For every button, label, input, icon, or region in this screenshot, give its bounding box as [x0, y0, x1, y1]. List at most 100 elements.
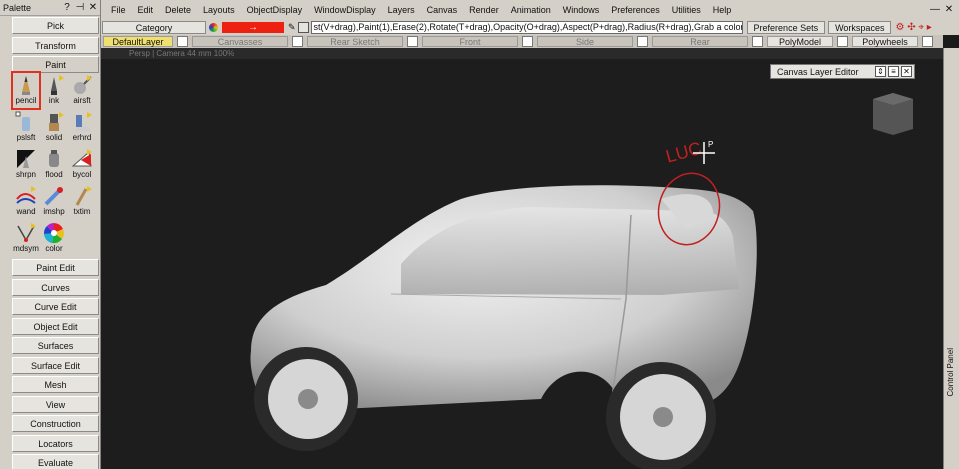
- layer-rear-sketch[interactable]: Rear Sketch: [307, 36, 403, 47]
- current-color-swatch[interactable]: →: [222, 22, 284, 33]
- palette-panel: Palette ? ⊣ ✕ Pick Transform Paint penci…: [0, 0, 101, 469]
- mirror-symmetry-icon: [15, 222, 37, 244]
- menu-animation[interactable]: Animation: [505, 5, 557, 15]
- eyedropper-icon[interactable]: ✎: [288, 22, 296, 33]
- tool-label: wand: [16, 207, 36, 216]
- layer-front[interactable]: Front: [422, 36, 518, 47]
- menu-icon[interactable]: ≡: [888, 66, 899, 77]
- menu-windows[interactable]: Windows: [557, 5, 606, 15]
- layer-visibility-checkbox[interactable]: [637, 36, 648, 47]
- tool-shrpn[interactable]: shrpn: [12, 146, 40, 183]
- tool-erhrd[interactable]: erhrd: [68, 109, 96, 146]
- menu-delete[interactable]: Delete: [159, 5, 197, 15]
- airbrush-icon: [71, 74, 93, 96]
- tool-label: shrpn: [15, 170, 36, 179]
- menu-canvas[interactable]: Canvas: [421, 5, 464, 15]
- layer-polymodel[interactable]: PolyModel: [767, 36, 833, 47]
- palette-button-construction[interactable]: Construction: [12, 415, 99, 432]
- pin-icon[interactable]: ⊣: [74, 2, 86, 14]
- tool-label: flood: [45, 170, 63, 179]
- tool-airsft[interactable]: airsft: [68, 72, 96, 109]
- menu-layers[interactable]: Layers: [382, 5, 421, 15]
- tool-imshp[interactable]: imshp: [40, 183, 68, 220]
- layer-bar: DefaultLayer Canvasses Rear Sketch Front…: [101, 35, 943, 48]
- palette-button-locators[interactable]: Locators: [12, 435, 99, 452]
- menu-preferences[interactable]: Preferences: [605, 5, 666, 15]
- close-icon[interactable]: ✕: [87, 2, 99, 14]
- palette-button-surface-edit[interactable]: Surface Edit: [12, 357, 99, 374]
- control-panel-label: Control Panel: [946, 348, 955, 397]
- tool-label: mdsym: [13, 244, 39, 253]
- menu-utilities[interactable]: Utilities: [666, 5, 707, 15]
- close-icon[interactable]: ✕: [943, 3, 955, 15]
- category-button[interactable]: Category: [102, 21, 206, 34]
- shelf-icons[interactable]: ⚙ ✣ ⌖ ▸: [895, 22, 931, 33]
- car-model-render: LUC P: [250, 93, 913, 469]
- viewport-3d[interactable]: LUC P: [101, 59, 943, 469]
- palette-button-curves[interactable]: Curves: [12, 279, 99, 296]
- layer-polywheels[interactable]: Polywheels: [852, 36, 918, 47]
- menu-objectdisplay[interactable]: ObjectDisplay: [241, 5, 309, 15]
- color-chip-icon[interactable]: [209, 23, 218, 32]
- tool-flood[interactable]: flood: [40, 146, 68, 183]
- minimize-icon[interactable]: —: [929, 3, 941, 15]
- menu-file[interactable]: File: [105, 5, 132, 15]
- layer-visibility-checkbox[interactable]: [922, 36, 933, 47]
- palette-button-pick[interactable]: Pick: [12, 17, 99, 34]
- palette-button-mesh[interactable]: Mesh: [12, 376, 99, 393]
- layer-list-icon[interactable]: [297, 22, 309, 33]
- tool-solid[interactable]: solid: [40, 109, 68, 146]
- control-panel-strip[interactable]: Control Panel: [943, 48, 959, 469]
- palette-button-transform[interactable]: Transform: [12, 37, 99, 54]
- layer-visibility-checkbox[interactable]: [522, 36, 533, 47]
- tool-label: pencil: [15, 96, 37, 105]
- tool-txtim[interactable]: txtim: [68, 183, 96, 220]
- palette-button-paint-edit[interactable]: Paint Edit: [12, 259, 99, 276]
- palette-button-view[interactable]: View: [12, 396, 99, 413]
- tool-bycol[interactable]: bycol: [68, 146, 96, 183]
- menu-help[interactable]: Help: [707, 5, 738, 15]
- close-icon[interactable]: ✕: [901, 66, 912, 77]
- tool-pencil[interactable]: pencil: [11, 71, 41, 110]
- viewport-header: Persp | Camera 44 mm 100%: [101, 48, 943, 59]
- cursor-label: P: [708, 140, 713, 149]
- wand-icon: [15, 185, 37, 207]
- palette-button-paint[interactable]: Paint: [12, 56, 99, 73]
- canvas-layer-editor[interactable]: Canvas Layer Editor ⇕ ≡ ✕: [770, 64, 915, 79]
- tool-wand[interactable]: wand: [12, 183, 40, 220]
- palette-button-curve-edit[interactable]: Curve Edit: [12, 298, 99, 315]
- layer-default[interactable]: DefaultLayer: [103, 36, 173, 47]
- menu-layouts[interactable]: Layouts: [197, 5, 241, 15]
- tool-mdsym[interactable]: mdsym: [12, 220, 40, 257]
- workspaces-button[interactable]: Workspaces: [828, 21, 892, 34]
- pencil-icon: [15, 74, 37, 96]
- layer-visibility-checkbox[interactable]: [752, 36, 763, 47]
- palette-title: Palette: [3, 2, 32, 13]
- help-icon[interactable]: ?: [61, 2, 73, 14]
- tool-label: pslsft: [16, 133, 36, 142]
- layer-visibility-checkbox[interactable]: [177, 36, 188, 47]
- menu-windowdisplay[interactable]: WindowDisplay: [308, 5, 382, 15]
- layer-side[interactable]: Side: [537, 36, 633, 47]
- palette-button-evaluate[interactable]: Evaluate: [12, 454, 99, 469]
- tool-label: solid: [45, 133, 63, 142]
- palette-button-object-edit[interactable]: Object Edit: [12, 318, 99, 335]
- tool-color[interactable]: color: [40, 220, 68, 257]
- preference-sets-button[interactable]: Preference Sets: [746, 21, 826, 34]
- layer-visibility-checkbox[interactable]: [837, 36, 848, 47]
- layer-rear[interactable]: Rear: [652, 36, 748, 47]
- menu-render[interactable]: Render: [463, 5, 505, 15]
- tool-ink[interactable]: ink: [40, 72, 68, 109]
- tool-label: ink: [48, 96, 60, 105]
- palette-button-surfaces[interactable]: Surfaces: [12, 337, 99, 354]
- layer-visibility-checkbox[interactable]: [292, 36, 303, 47]
- eraser-icon: [71, 111, 93, 133]
- resize-icon[interactable]: ⇕: [875, 66, 886, 77]
- layer-visibility-checkbox[interactable]: [407, 36, 418, 47]
- tool-pslsft[interactable]: pslsft: [12, 109, 40, 146]
- by-color-icon: [71, 148, 93, 170]
- canvas-layer-editor-title: Canvas Layer Editor: [777, 66, 859, 77]
- layer-canvasses[interactable]: Canvasses: [192, 36, 288, 47]
- menu-edit[interactable]: Edit: [132, 5, 160, 15]
- view-cube[interactable]: [873, 93, 913, 135]
